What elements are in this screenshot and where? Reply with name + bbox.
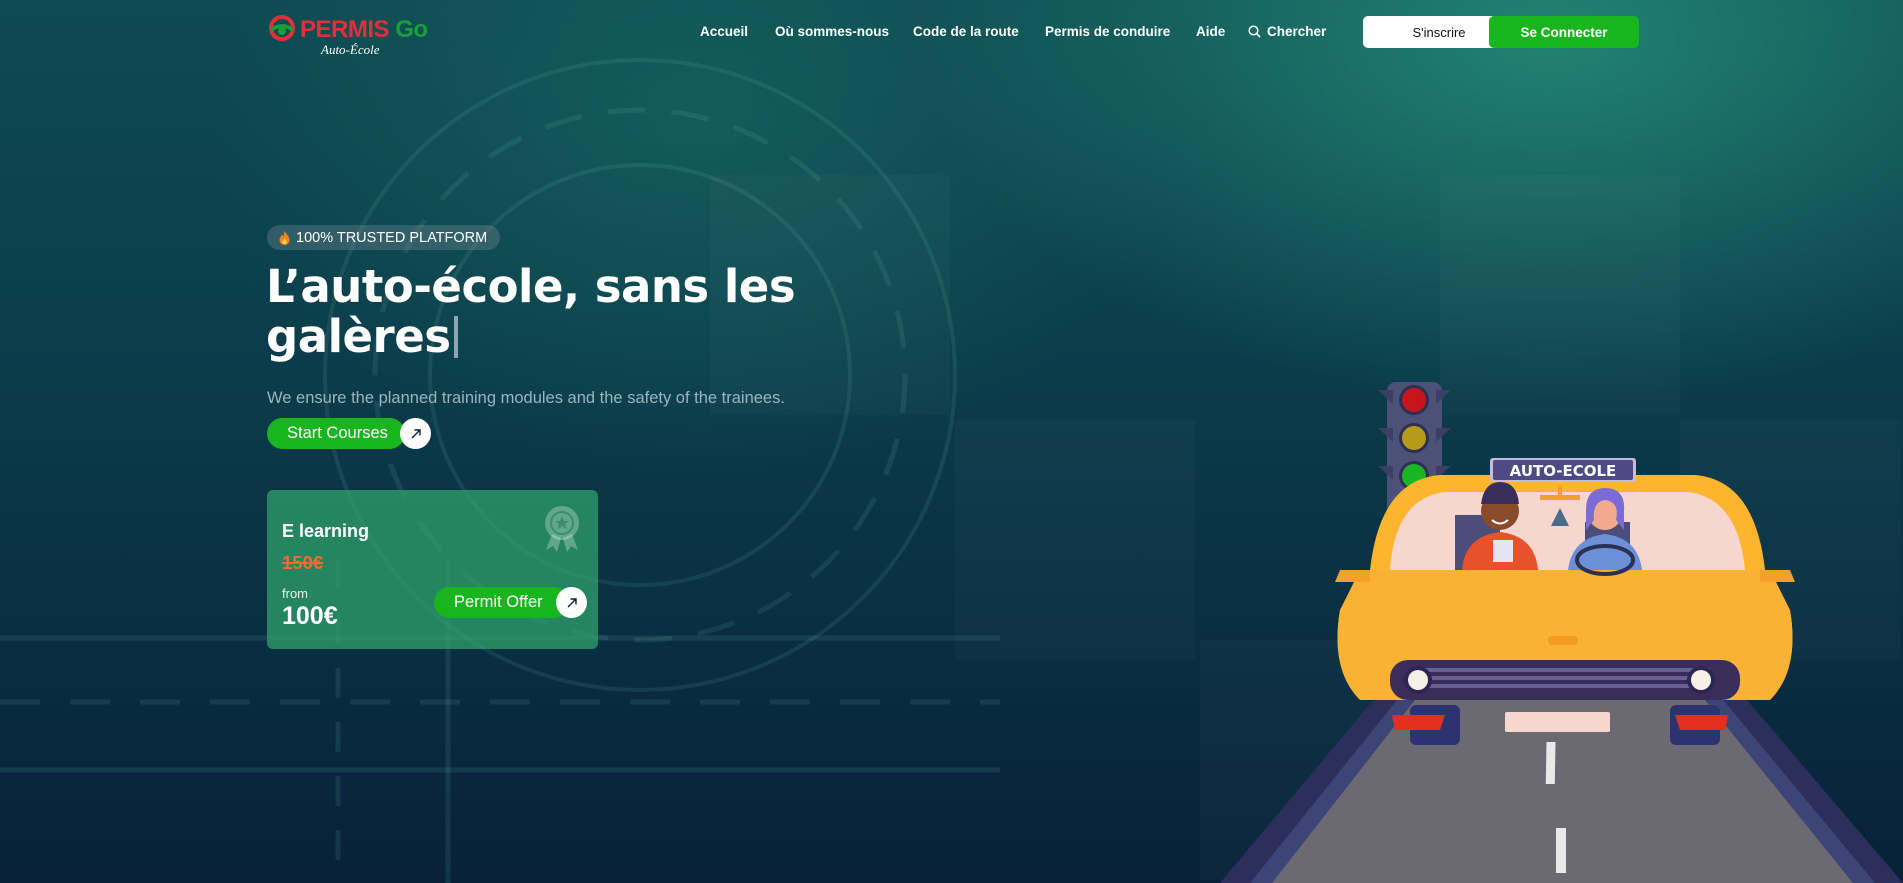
login-button[interactable]: Se Connecter xyxy=(1489,16,1639,48)
nav-item-ou-sommes-nous[interactable]: Où sommes-nous xyxy=(775,24,889,39)
search-button[interactable]: Chercher xyxy=(1248,24,1326,39)
arrow-up-right-icon xyxy=(411,428,421,438)
permit-offer-arrow-button[interactable] xyxy=(556,587,587,618)
car-roof-sign: AUTO-ECOLE xyxy=(1510,462,1617,480)
permit-offer-button[interactable]: Permit Offer xyxy=(434,587,569,618)
nav-item-aide[interactable]: Aide xyxy=(1196,24,1225,39)
flame-icon xyxy=(279,230,290,245)
start-courses-arrow-button[interactable] xyxy=(400,418,431,449)
driving-school-illustration: AUTO-ECOLE xyxy=(1220,382,1903,883)
steering-wheel-icon xyxy=(269,15,295,41)
search-icon xyxy=(1248,25,1261,38)
hero-subtitle: We ensure the planned training modules a… xyxy=(267,389,785,407)
hero-title-line1: L’auto-école, sans les xyxy=(266,260,796,313)
award-ribbon-icon xyxy=(545,506,579,552)
elearning-offer-card: E learning 150€ from 100€ Permit Offer xyxy=(267,490,598,649)
search-label: Chercher xyxy=(1267,24,1327,39)
start-courses-button[interactable]: Start Courses xyxy=(267,418,405,449)
brand-logo[interactable]: PERMIS Go Auto-École xyxy=(266,10,436,57)
amber-light xyxy=(1402,426,1426,450)
nav-item-permis-de-conduire[interactable]: Permis de conduire xyxy=(1045,24,1170,39)
brand-name: PERMIS Go xyxy=(300,16,428,43)
top-navbar: PERMIS Go Auto-École Accueil Où sommes-n… xyxy=(0,0,1903,64)
trust-badge: 100% TRUSTED PLATFORM xyxy=(267,225,501,250)
offer-title: E learning xyxy=(282,521,370,541)
nav-item-code-de-la-route[interactable]: Code de la route xyxy=(913,24,1019,39)
hero-title-line2: galères xyxy=(266,310,451,363)
red-light xyxy=(1402,388,1426,412)
offer-old-price: 150€ xyxy=(282,552,324,573)
hero-title: L’auto-école, sans les galères xyxy=(266,262,886,362)
trust-badge-text: 100% TRUSTED PLATFORM xyxy=(296,229,488,246)
road xyxy=(1220,680,1903,883)
offer-from-label: from xyxy=(282,586,308,601)
nav-item-accueil[interactable]: Accueil xyxy=(700,24,748,39)
brand-tagline: Auto-École xyxy=(321,42,380,57)
offer-price: 100€ xyxy=(282,602,338,630)
arrow-up-right-icon xyxy=(567,597,577,607)
typing-caret xyxy=(453,316,458,358)
